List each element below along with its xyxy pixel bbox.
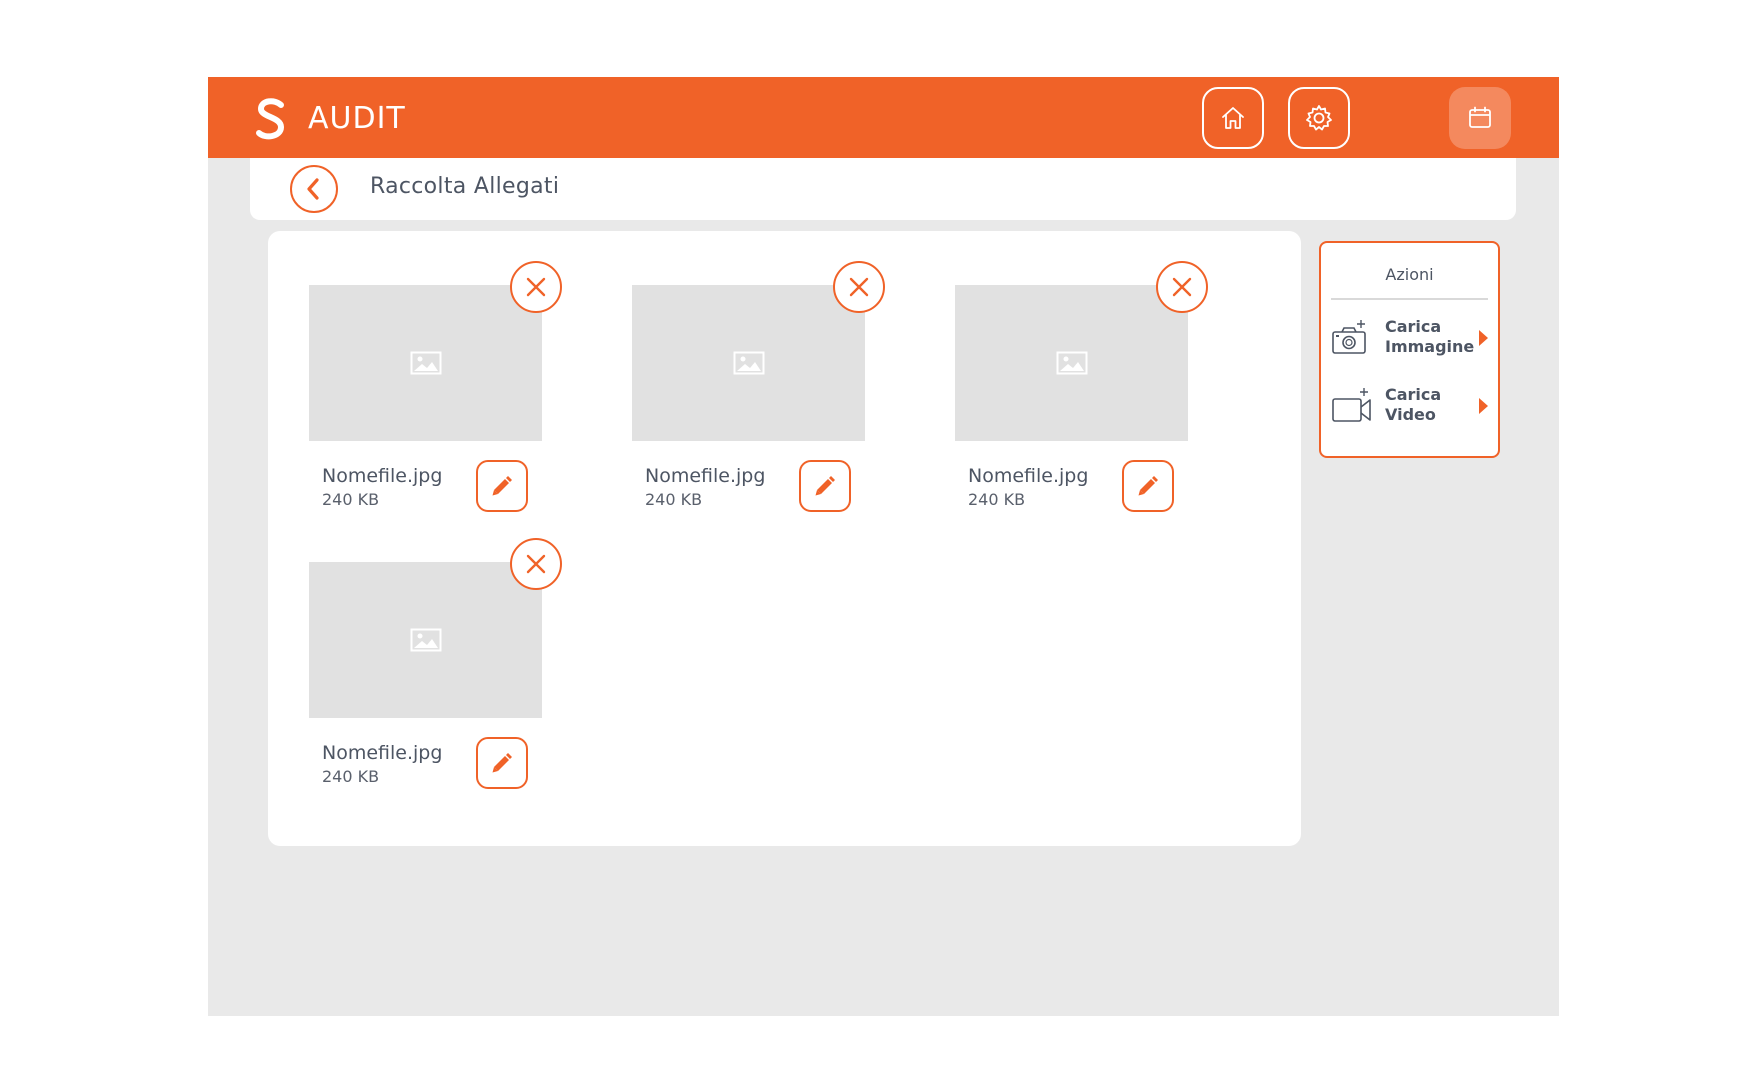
gear-icon <box>1306 105 1332 131</box>
image-placeholder-icon <box>410 628 441 652</box>
upload-video-label-line2: Video <box>1385 405 1436 424</box>
s-logo-icon <box>256 98 285 140</box>
delete-attachment-button[interactable] <box>833 261 885 313</box>
attachment-filename: Nomefile.jpg <box>322 465 443 487</box>
attachment-filename: Nomefile.jpg <box>645 465 766 487</box>
delete-attachment-button[interactable] <box>510 538 562 590</box>
attachment-filename: Nomefile.jpg <box>322 742 443 764</box>
caret-right-icon <box>1479 398 1488 414</box>
home-button[interactable] <box>1202 87 1264 149</box>
attachment-size: 240 KB <box>322 490 380 509</box>
upload-image-action[interactable]: Carica Immagine <box>1331 313 1491 365</box>
pencil-icon <box>492 476 512 496</box>
upload-video-label: Carica Video <box>1385 385 1475 425</box>
subheader: Raccolta Allegati <box>250 158 1516 220</box>
attachment-size: 240 KB <box>645 490 703 509</box>
pencil-icon <box>815 476 835 496</box>
image-placeholder-icon <box>410 351 441 375</box>
caret-right-icon <box>1479 330 1488 346</box>
app-title: AUDIT <box>308 101 406 136</box>
app-window: AUDIT Raccolta Allegati Nomefile.jpg 240… <box>208 77 1559 1016</box>
page-title: Raccolta Allegati <box>370 174 560 199</box>
edit-attachment-button[interactable] <box>476 460 528 512</box>
image-placeholder-icon <box>1056 351 1087 375</box>
upload-image-label: Carica Immagine <box>1385 317 1475 357</box>
divider <box>1331 298 1488 300</box>
upload-image-label-line2: Immagine <box>1385 337 1475 356</box>
back-button[interactable] <box>290 165 338 213</box>
edit-attachment-button[interactable] <box>1122 460 1174 512</box>
delete-attachment-button[interactable] <box>1156 261 1208 313</box>
calendar-button[interactable] <box>1449 87 1511 149</box>
attachment-thumbnail[interactable] <box>309 562 542 718</box>
upload-video-action[interactable]: Carica Video <box>1331 381 1491 433</box>
attachment-thumbnail[interactable] <box>632 285 865 441</box>
attachment-card: Nomefile.jpg 240 KB <box>309 261 569 512</box>
image-placeholder-icon <box>733 351 764 375</box>
close-icon <box>849 277 869 297</box>
actions-title: Azioni <box>1385 265 1434 284</box>
edit-attachment-button[interactable] <box>799 460 851 512</box>
attachment-size: 240 KB <box>322 767 380 786</box>
calendar-icon <box>1469 106 1491 128</box>
close-icon <box>526 554 546 574</box>
attachment-filename: Nomefile.jpg <box>968 465 1089 487</box>
close-icon <box>526 277 546 297</box>
chevron-left-icon <box>307 178 319 200</box>
close-icon <box>1172 277 1192 297</box>
attachment-thumbnail[interactable] <box>309 285 542 441</box>
attachment-card: Nomefile.jpg 240 KB <box>955 261 1215 512</box>
home-icon <box>1222 107 1244 129</box>
attachments-gallery: Nomefile.jpg 240 KB Nomefile.jpg 240 KB … <box>268 231 1301 846</box>
pencil-icon <box>492 753 512 773</box>
attachment-thumbnail[interactable] <box>955 285 1188 441</box>
settings-button[interactable] <box>1288 87 1350 149</box>
attachment-card: Nomefile.jpg 240 KB <box>309 538 569 789</box>
top-bar: AUDIT <box>208 77 1559 158</box>
add-camera-icon <box>1332 320 1366 354</box>
upload-video-label-line1: Carica <box>1385 385 1442 404</box>
attachment-card: Nomefile.jpg 240 KB <box>632 261 892 512</box>
attachment-size: 240 KB <box>968 490 1026 509</box>
pencil-icon <box>1138 476 1158 496</box>
add-video-icon <box>1332 388 1371 422</box>
delete-attachment-button[interactable] <box>510 261 562 313</box>
actions-panel: Azioni Carica Immagine Carica Video <box>1319 241 1500 458</box>
upload-image-label-line1: Carica <box>1385 317 1442 336</box>
edit-attachment-button[interactable] <box>476 737 528 789</box>
